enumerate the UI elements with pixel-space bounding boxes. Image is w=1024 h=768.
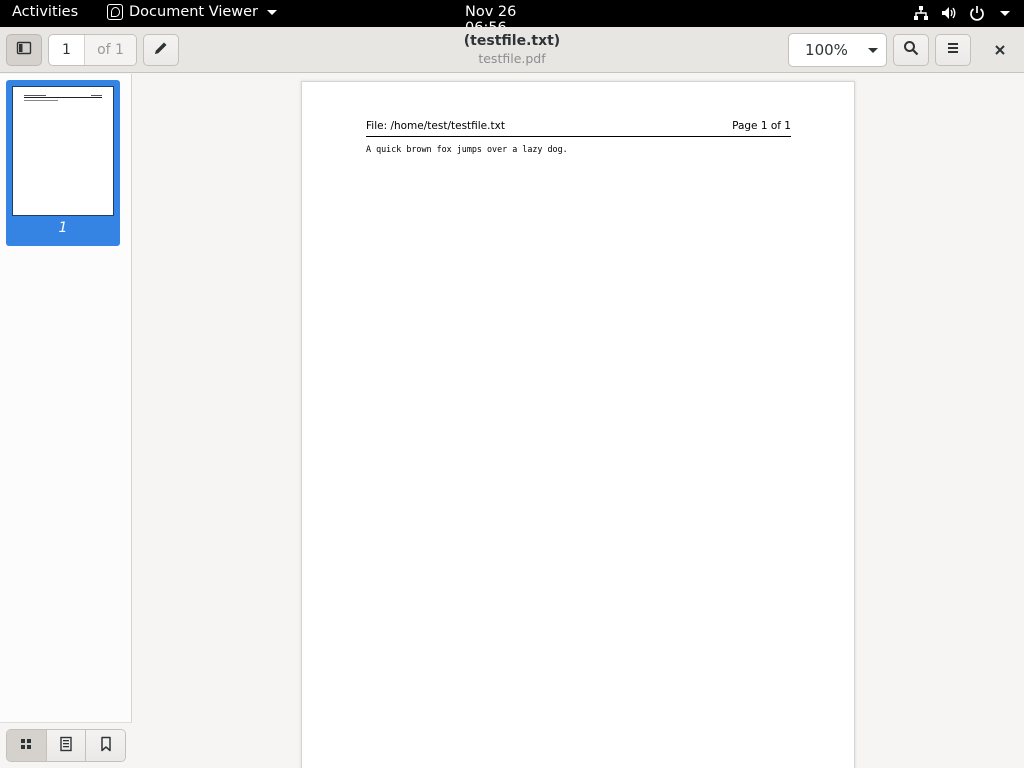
page-header-file-path: File: /home/test/testfile.txt	[366, 120, 505, 132]
document-icon	[59, 736, 73, 756]
chevron-down-icon	[1000, 10, 1010, 16]
thumbnail-rule	[24, 97, 102, 98]
search-button[interactable]	[893, 34, 929, 66]
document-page[interactable]: File: /home/test/testfile.txt Page 1 of …	[301, 81, 855, 768]
system-tray[interactable]	[913, 5, 1010, 21]
sidebar: 1	[0, 74, 132, 768]
annotate-button[interactable]	[143, 34, 179, 66]
close-icon	[994, 41, 1006, 60]
volume-icon	[941, 5, 957, 21]
sidebar-tab-group	[6, 729, 126, 762]
sidebar-toggle-button[interactable]	[6, 34, 42, 66]
current-page-input[interactable]: 1	[49, 35, 85, 65]
page-header: File: /home/test/testfile.txt Page 1 of …	[366, 120, 791, 137]
document-filename: testfile.pdf	[478, 51, 546, 66]
window-title: (testfile.txt) testfile.pdf	[362, 32, 662, 67]
header-bar: 1 of 1 (testfile.txt) testfile.pdf 100%	[0, 27, 1024, 73]
thumbnail-text-line	[91, 95, 102, 96]
zoom-dropdown-button[interactable]	[860, 47, 886, 53]
search-icon	[903, 40, 919, 60]
close-window-button[interactable]	[984, 34, 1016, 66]
page-body-text: A quick brown fox jumps over a lazy dog.	[366, 144, 568, 154]
main-menu-button[interactable]	[935, 34, 971, 66]
app-menu-label: Document Viewer	[129, 4, 259, 20]
hamburger-menu-icon	[945, 40, 961, 60]
thumbnail-preview	[12, 86, 114, 216]
system-top-bar: Activities Document Viewer Nov 26 06:56	[0, 0, 1024, 36]
document-title: (testfile.txt)	[463, 33, 561, 49]
page-thumbnail[interactable]: 1	[6, 80, 120, 246]
thumbnail-text-line	[24, 100, 58, 101]
page-number-entry[interactable]: 1 of 1	[48, 34, 137, 66]
tab-thumbnails[interactable]	[7, 730, 47, 761]
total-pages-label: of 1	[85, 35, 136, 65]
zoom-value[interactable]: 100%	[789, 41, 860, 59]
zoom-combo[interactable]: 100%	[788, 33, 887, 67]
document-viewer-app-icon	[107, 4, 123, 20]
pencil-icon	[153, 40, 169, 60]
chevron-down-icon	[267, 9, 278, 15]
thumbnail-page-label: 1	[58, 220, 68, 236]
tab-bookmarks[interactable]	[86, 730, 125, 761]
power-icon	[969, 5, 985, 21]
grid-icon	[19, 736, 33, 755]
sidebar-tab-bar	[0, 722, 132, 768]
thumbnail-text-line	[24, 95, 46, 96]
network-icon	[913, 5, 929, 21]
bookmark-icon	[100, 736, 112, 756]
sidebar-icon	[16, 40, 32, 60]
page-header-page-number: Page 1 of 1	[732, 120, 791, 132]
app-menu-button[interactable]: Document Viewer	[107, 4, 278, 20]
activities-button[interactable]: Activities	[12, 4, 78, 20]
tab-outline[interactable]	[46, 730, 87, 761]
chevron-down-icon	[868, 47, 878, 53]
document-view[interactable]: File: /home/test/testfile.txt Page 1 of …	[133, 74, 1024, 768]
